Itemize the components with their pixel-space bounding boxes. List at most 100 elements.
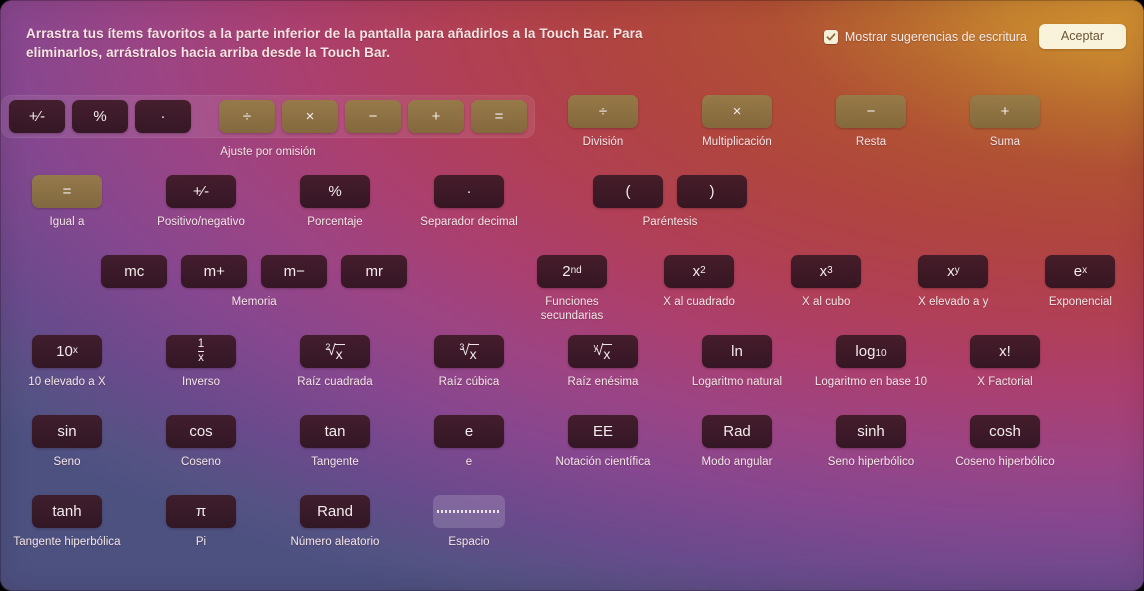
- item-raiz-cuadrada-key[interactable]: 2 √ x: [300, 335, 370, 368]
- item-caption: X Factorial: [977, 376, 1033, 388]
- item-caption: Multiplicación: [702, 136, 772, 148]
- key-mr[interactable]: mr: [341, 255, 408, 288]
- item-caption: Paréntesis: [642, 216, 698, 228]
- group-paréntesis: () Paréntesis: [536, 175, 804, 255]
- item-tangente-hiperbolica-key[interactable]: tanh: [32, 495, 102, 528]
- item-x-elevado-a-y: xy X elevado a y: [890, 255, 1017, 335]
- item-10-elevado-a-x-key[interactable]: 10 x: [32, 335, 102, 368]
- key-m-minus[interactable]: m−: [261, 255, 328, 288]
- item-resta: − Resta: [804, 95, 938, 175]
- item-10-elevado-a-x: 10 x 10 elevado a X: [0, 335, 134, 415]
- item-caption: Exponencial: [1048, 296, 1113, 308]
- header-controls: Mostrar sugerencias de escritura Aceptar: [823, 24, 1126, 49]
- item-funciones-secundarias-key[interactable]: 2nd: [536, 255, 607, 288]
- key-group: mc m+ m− mr: [101, 255, 408, 288]
- item-row: tanh Tangente hiperbólica π Pi Rand Número al…: [0, 495, 1144, 575]
- key-paren-open[interactable]: (: [593, 175, 663, 208]
- item-espacio-key[interactable]: [433, 495, 505, 528]
- item-e: ee: [402, 415, 536, 495]
- key-m-plus[interactable]: m+: [181, 255, 248, 288]
- item-x-al-cubo-key[interactable]: x3: [791, 255, 862, 288]
- item-espacio: Espacio: [402, 495, 536, 575]
- item-caption: Raíz cúbica: [438, 376, 500, 388]
- item-raiz-cubica: 3 √ x Raíz cúbica: [402, 335, 536, 415]
- item-logaritmo-natural: ln Logaritmo natural: [670, 335, 804, 415]
- item-pi: π Pi: [134, 495, 268, 575]
- key-divide[interactable]: ÷: [219, 100, 275, 133]
- item-caption: Inverso: [181, 376, 221, 388]
- item-caption: Coseno: [181, 456, 221, 468]
- item-caption: Positivo/negativo: [157, 216, 245, 228]
- checkmark-icon[interactable]: [823, 29, 838, 44]
- item-raiz-cubica-key[interactable]: 3 √ x: [434, 335, 504, 368]
- group-ajuste-por-omision: + ⁄ -% · ÷ × − + = Ajuste por omisión: [0, 95, 536, 175]
- item-suma-key[interactable]: +: [970, 95, 1040, 128]
- item-caption: Suma: [989, 136, 1021, 148]
- item-caption: Porcentaje: [307, 216, 363, 228]
- item-logaritmo-base-10-key[interactable]: log 10: [836, 335, 906, 368]
- item-caption: Resta: [855, 136, 887, 148]
- item-coseno-hiperbolico: cosh Coseno hiperbólico: [938, 415, 1072, 495]
- item-raiz-enesima: y √ x Raíz enésima: [536, 335, 670, 415]
- item-caption: Separador decimal: [420, 216, 518, 228]
- item-x-al-cuadrado-key[interactable]: x2: [664, 255, 735, 288]
- item-logaritmo-natural-key[interactable]: ln: [702, 335, 772, 368]
- item-modo-angular: Rad Modo angular: [670, 415, 804, 495]
- show-typing-suggestions-checkbox[interactable]: Mostrar sugerencias de escritura: [823, 29, 1027, 44]
- item-multiplicacion-key[interactable]: ×: [702, 95, 772, 128]
- item-seno-hiperbolico-key[interactable]: sinh: [836, 415, 906, 448]
- item-notacion-cientifica: EE Notación científica: [536, 415, 670, 495]
- key-plus-minus[interactable]: + ⁄ -: [9, 100, 65, 133]
- item-seno-hiperbolico: sinh Seno hiperbólico: [804, 415, 938, 495]
- item-multiplicacion: × Multiplicación: [670, 95, 804, 175]
- item-resta-key[interactable]: −: [836, 95, 906, 128]
- item-row: + ⁄ -% · ÷ × − + = Ajuste por omisión ÷ División × Mu…: [0, 95, 1144, 175]
- item-positivo-negativo-key[interactable]: + ⁄ -: [166, 175, 236, 208]
- item-inverso-key[interactable]: 1x: [166, 335, 236, 368]
- item-tangente-key[interactable]: tan: [300, 415, 370, 448]
- item-pi-key[interactable]: π: [166, 495, 236, 528]
- item-separador-decimal-key[interactable]: ·: [434, 175, 504, 208]
- item-caption: División: [582, 136, 624, 148]
- item-coseno: cos Coseno: [134, 415, 268, 495]
- group-memoria: mc m+ m− mr Memoria: [0, 255, 508, 335]
- item-modo-angular-key[interactable]: Rad: [702, 415, 772, 448]
- item-division-key[interactable]: ÷: [568, 95, 638, 128]
- key-subtract[interactable]: −: [345, 100, 401, 133]
- key-mc[interactable]: mc: [101, 255, 168, 288]
- item-exponencial-key[interactable]: ex: [1045, 255, 1116, 288]
- item-tangente-hiperbolica: tanh Tangente hiperbólica: [0, 495, 134, 575]
- item-caption: X elevado a y: [918, 296, 989, 308]
- item-porcentaje-key[interactable]: %: [300, 175, 370, 208]
- item-caption: X al cuadrado: [663, 296, 735, 308]
- item-caption: Pi: [195, 536, 207, 548]
- key-add[interactable]: +: [408, 100, 464, 133]
- item-row: = Igual a + ⁄ - Positivo/negativo% Porcentaje ·…: [0, 175, 1144, 255]
- item-exponencial: e x Exponencial: [1017, 255, 1144, 335]
- item-row: sin Seno cos Coseno tan Tangente e e EE Notación …: [0, 415, 1144, 495]
- item-caption: Ajuste por omisión: [220, 146, 316, 158]
- item-caption: Tangente: [311, 456, 359, 468]
- key-multiply[interactable]: ×: [282, 100, 338, 133]
- item-coseno-hiperbolico-key[interactable]: cosh: [970, 415, 1040, 448]
- item-notacion-cientifica-key[interactable]: EE: [568, 415, 638, 448]
- item-numero-aleatorio: Rand Número aleatorio: [268, 495, 402, 575]
- item-coseno-key[interactable]: cos: [166, 415, 236, 448]
- checkbox-label: Mostrar sugerencias de escritura: [844, 29, 1027, 44]
- key-paren-close[interactable]: ): [677, 175, 747, 208]
- item-seno-key[interactable]: sin: [32, 415, 102, 448]
- key-equals[interactable]: =: [471, 100, 527, 133]
- item-caption: Raíz enésima: [567, 376, 639, 388]
- accept-button[interactable]: Aceptar: [1038, 24, 1126, 49]
- item-x-factorial-key[interactable]: x!: [970, 335, 1040, 368]
- key-percent[interactable]: %: [72, 100, 128, 133]
- item-igual-a-key[interactable]: =: [32, 175, 102, 208]
- instructions-text: Arrastra tus ítems favoritos a la parte …: [26, 26, 643, 60]
- item-caption: Memoria: [231, 296, 277, 308]
- item-numero-aleatorio-key[interactable]: Rand: [300, 495, 370, 528]
- item-raiz-enesima-key[interactable]: y √ x: [568, 335, 638, 368]
- key-decimal[interactable]: ·: [135, 100, 191, 133]
- item-x-elevado-a-y-key[interactable]: xy: [918, 255, 989, 288]
- default-set-group[interactable]: + ⁄ -% · ÷ × − + =: [1, 95, 535, 138]
- item-e-key[interactable]: e: [434, 415, 504, 448]
